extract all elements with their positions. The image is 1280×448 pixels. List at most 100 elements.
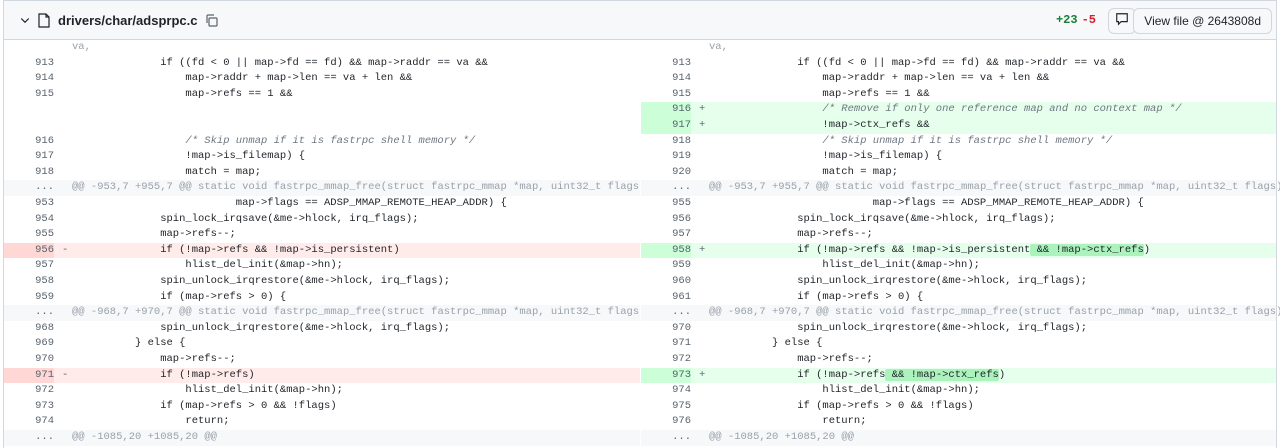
file-icon [38,12,52,28]
line-number[interactable]: 970 [641,321,691,337]
line-number[interactable]: 955 [4,227,54,243]
chevron-down-icon[interactable] [18,13,32,27]
line-code: if (!map->refs) [160,368,255,381]
line-code: @@ -968,7 +970,7 @@ static void fastrpc_… [72,306,646,319]
line-number[interactable]: 915 [4,87,54,103]
line-code: map->refs--; [797,228,873,241]
line-code: map->refs--; [160,353,236,365]
line-number[interactable]: 914 [641,71,691,87]
line-number[interactable]: 913 [4,56,54,72]
line-code: va, [709,41,728,53]
line-number[interactable]: 954 [4,212,54,228]
line-number[interactable]: 958 [4,274,54,290]
context-line: 961 if (map->refs > 0) { [641,290,1276,306]
line-code: map->refs--; [160,228,236,241]
line-code: map->refs == 1 && [822,87,930,100]
line-code: hlist_del_init(&map->hn); [822,259,980,272]
comment-button[interactable] [1108,8,1136,34]
line-number[interactable]: 960 [641,274,691,290]
line-code: spin_unlock_irqrestore(&me->hlock, irq_f… [797,321,1088,334]
hunk-header[interactable]: ... @@ -968,7 +970,7 @@ static void fastr… [4,305,645,321]
context-line: 972 map->refs--; [641,352,1276,368]
deletions-count: -5 [1081,13,1096,27]
line-number[interactable]: ... [641,305,691,321]
hunk-header[interactable]: ... @@ -953,7 +955,7 @@ static void fastr… [641,180,1280,196]
line-code: return; [822,415,867,428]
diff-stats: +23 -5 [1056,13,1096,27]
line-number[interactable]: 959 [641,258,691,274]
comment-icon [1115,12,1129,31]
copy-icon[interactable] [205,13,219,27]
line-number[interactable]: 955 [641,196,691,212]
line-code: map->raddr + map->len == va + len && [185,72,413,85]
line-number[interactable]: 915 [641,87,691,103]
line-number[interactable]: 974 [641,383,691,399]
line-code: @@ -1085,20 +1085,20 @@ [709,431,854,443]
line-number[interactable]: 956 [4,242,54,259]
line-number[interactable]: 971 [641,336,691,352]
line-number[interactable]: 971 [4,367,54,384]
plus-marker: + [699,119,706,131]
line-number[interactable]: 916 [4,134,54,150]
hunk-header[interactable]: ... @@ -1085,20 +1085,20 @@ [4,430,640,446]
line-number[interactable]: 959 [4,290,54,306]
context-line: 957 map->refs--; [641,227,1276,243]
line-number[interactable]: 953 [4,196,54,212]
line-code: map->flags == ADSP_MMAP_REMOTE_HEAP_ADDR… [872,197,1144,209]
context-line: 914 map->raddr + map->len == va + len && [4,71,640,87]
context-line: 918 /* Skip unmap if it is fastrpc shell … [641,134,1276,150]
line-number[interactable]: 918 [4,165,54,181]
line-number[interactable]: 956 [641,212,691,228]
line-number[interactable]: 972 [4,383,54,399]
line-number[interactable]: 917 [641,118,691,134]
line-code: map->raddr + map->len == va + len && [822,72,1050,85]
context-line: 975 if (map->refs > 0 && !flags) [641,399,1276,415]
line-number[interactable]: 957 [4,258,54,274]
line-number[interactable]: 914 [4,71,54,87]
line-code: @@ -953,7 +955,7 @@ static void fastrpc_… [72,181,646,194]
line-number[interactable]: 970 [4,352,54,368]
line-number[interactable]: 975 [641,399,691,415]
line-number[interactable]: 957 [641,227,691,243]
line-number[interactable]: ... [4,305,54,321]
context-line: 916 /* Skip unmap if it is fastrpc shell … [4,134,640,150]
line-code: match = map; [822,165,899,178]
line-number[interactable]: ... [4,430,54,446]
line-number[interactable]: 974 [4,414,54,430]
line-number[interactable]: 973 [4,399,54,415]
line-number[interactable]: 919 [641,149,691,165]
line-number[interactable]: 918 [641,134,691,150]
line-number[interactable]: 958 [641,242,691,259]
line-number[interactable]: 973 [641,367,691,384]
additions-count: +23 [1055,13,1078,27]
context-line: 976 return; [641,414,1276,430]
line-code: map->refs--; [797,353,873,365]
line-number[interactable]: ... [641,180,691,196]
line-code: if ((fd < 0 || map->fd == fd) && map->ra… [160,56,488,69]
line-code: if (map->refs > 0) { [797,290,924,303]
line-code: spin_unlock_irqrestore(&me->hlock, irq_f… [160,321,451,334]
line-number[interactable]: 968 [4,321,54,337]
line-number[interactable]: 969 [4,336,54,352]
line-number[interactable]: 917 [4,149,54,165]
line-number[interactable]: ... [4,180,54,196]
context-line: 971} else { [641,336,1276,352]
hunk-header[interactable]: ... @@ -1085,20 +1085,20 @@ [641,430,1276,446]
line-number[interactable]: 972 [641,352,691,368]
line-number[interactable]: 920 [641,165,691,181]
line-number[interactable]: ... [641,430,691,446]
line-number[interactable]: 913 [641,56,691,72]
hunk-header[interactable]: ... @@ -953,7 +955,7 @@ static void fastr… [4,180,645,196]
context-line: 972 hlist_del_init(&map->hn); [4,383,640,399]
line-number[interactable]: 961 [641,290,691,306]
line-number[interactable]: 976 [641,414,691,430]
view-file-button[interactable]: View file @ 2643808d [1133,8,1272,34]
context-line: 918 match = map; [4,165,640,181]
context-line: 920 match = map; [641,165,1276,181]
context-line: 974 return; [4,414,640,430]
context-line: 915 map->refs == 1 && [641,87,1276,103]
file-path[interactable]: drivers/char/adsprpc.c [58,13,197,28]
line-code: @@ -953,7 +955,7 @@ static void fastrpc_… [709,181,1280,194]
line-number[interactable]: 916 [641,102,691,118]
hunk-header[interactable]: ... @@ -968,7 +970,7 @@ static void fastr… [641,305,1280,321]
